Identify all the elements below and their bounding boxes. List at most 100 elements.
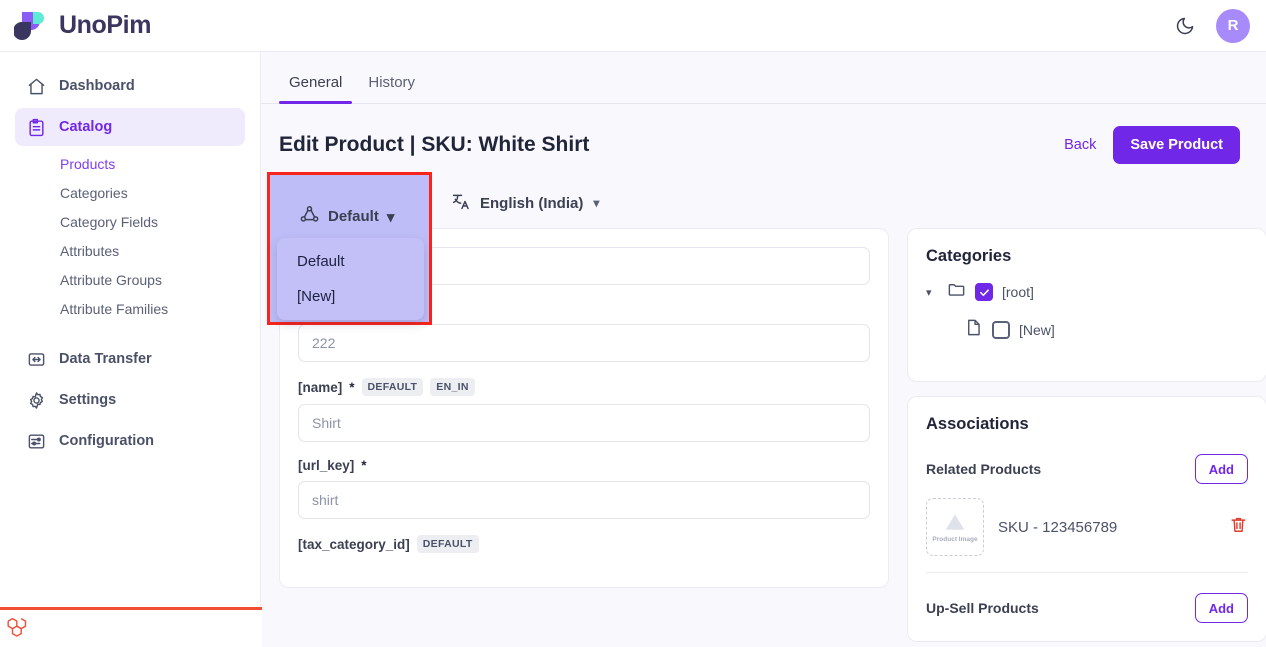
top-bar-actions: R [1172,9,1266,43]
chevron-down-icon: ▾ [593,196,599,210]
save-product-button[interactable]: Save Product [1113,126,1240,164]
categories-title: Categories [926,247,1248,266]
required-marker: * [349,380,354,395]
sidebar-subitem-categories[interactable]: Categories [15,178,245,207]
sidebar-item-data-transfer[interactable]: Data Transfer [15,340,245,378]
locale-selector[interactable]: English (India) ▾ [451,191,599,216]
tab-general[interactable]: General [279,74,352,103]
clipboard-icon [26,117,46,137]
category-checkbox-new[interactable] [992,321,1010,339]
sidebar-divider [0,323,260,337]
sidebar-subitem-attributes[interactable]: Attributes [15,236,245,265]
back-button[interactable]: Back [1064,137,1096,153]
moon-icon[interactable] [1172,13,1198,39]
tab-label: General [289,74,342,91]
page-header: Edit Product | SKU: White Shirt Back Sav… [261,104,1266,164]
transfer-icon [26,349,46,369]
sidebar-item-settings[interactable]: Settings [15,381,245,419]
channel-dropdown-menu: Default [New] [277,238,424,320]
chevron-down-icon[interactable]: ▾ [926,286,938,299]
sidebar-subitem-label: Attribute Families [60,301,168,317]
field-label: [tax_category_id] DEFAULT [298,535,870,553]
sidebar-item-catalog[interactable]: Catalog [15,108,245,146]
page-title: Edit Product | SKU: White Shirt [279,133,589,157]
chevron-down-icon: ▾ [387,208,395,226]
field-label: [url_key] * [298,458,870,473]
tab-bar: General History [261,52,1266,104]
field-label-text: [url_key] [298,458,354,473]
file-icon [964,318,983,342]
sliders-icon [26,431,46,451]
locale-selector-label: English (India) [480,195,583,212]
sidebar-subitem-label: Category Fields [60,214,158,230]
upsell-products-label: Up-Sell Products [926,600,1039,616]
sidebar-item-configuration[interactable]: Configuration [15,422,245,460]
sidebar-subitem-label: Attribute Groups [60,272,162,288]
sidebar-subitem-label: Attributes [60,243,119,259]
category-label: [root] [1002,284,1034,300]
unopim-logo-icon [14,8,50,44]
top-bar: UnoPim R [0,0,1266,52]
page-actions: Back Save Product [1064,126,1240,164]
right-column: Categories ▾ [root] [907,228,1266,647]
folder-icon [947,280,966,304]
sidebar: Dashboard Catalog Products Categories Ca… [0,52,261,647]
add-related-product-button[interactable]: Add [1195,454,1248,484]
sidebar-item-label: Settings [59,392,116,408]
channel-option-new[interactable]: [New] [277,279,424,314]
add-upsell-product-button[interactable]: Add [1195,593,1248,623]
related-products-row: Related Products Add [926,454,1248,484]
sidebar-subitem-attribute-groups[interactable]: Attribute Groups [15,265,245,294]
channel-option-default[interactable]: Default [277,244,424,279]
associations-card: Associations Related Products Add Produc… [907,396,1266,642]
sidebar-subitem-products[interactable]: Products [15,149,245,178]
tab-label: History [368,74,415,91]
upsell-products-row: Up-Sell Products Add [926,593,1248,623]
channel-icon [299,204,320,229]
sidebar-subitem-label: Categories [60,185,128,201]
gear-icon [26,390,46,410]
main-content: General History Edit Product | SKU: Whit… [261,52,1266,647]
field-label: [name] * DEFAULT EN_IN [298,378,870,396]
category-checkbox-root[interactable] [975,283,993,301]
related-product-sku: SKU - 123456789 [998,519,1117,536]
tax-category-field: [tax_category_id] DEFAULT [298,535,870,553]
channel-selector-label: Default [328,208,379,225]
related-products-label: Related Products [926,461,1041,477]
thumb-caption: Product Image [932,536,977,543]
product-number-input[interactable] [298,324,870,362]
field-label-text: [tax_category_id] [298,537,410,552]
name-field: [name] * DEFAULT EN_IN [298,378,870,442]
associations-title: Associations [926,415,1248,434]
sidebar-subitem-attribute-families[interactable]: Attribute Families [15,294,245,323]
product-image-placeholder: Product Image [926,498,984,556]
name-input[interactable] [298,404,870,442]
avatar[interactable]: R [1216,9,1250,43]
url-key-field: [url_key] * [298,458,870,519]
scope-chip-locale: EN_IN [430,378,474,396]
sidebar-item-label: Data Transfer [59,351,152,367]
category-tree-row-root[interactable]: ▾ [root] [926,280,1248,304]
brand-name: UnoPim [59,11,151,40]
tab-history[interactable]: History [358,74,425,103]
categories-card: Categories ▾ [root] [907,228,1266,382]
sidebar-item-label: Catalog [59,119,112,135]
sidebar-subitem-label: Products [60,156,115,172]
brand-logo[interactable]: UnoPim [0,8,151,44]
laravel-debugbar[interactable] [0,607,262,647]
sidebar-item-dashboard[interactable]: Dashboard [15,67,245,105]
category-label: [New] [1019,322,1055,338]
related-product-item: Product Image SKU - 123456789 [926,498,1248,573]
sidebar-item-label: Configuration [59,433,154,449]
category-tree-row-new[interactable]: [New] [926,318,1248,342]
home-icon [26,76,46,96]
laravel-icon [6,613,32,644]
scope-chip-default: DEFAULT [417,535,479,553]
scope-chip-default: DEFAULT [362,378,424,396]
channel-selector[interactable]: Default ▾ [299,204,394,229]
url-key-input[interactable] [298,481,870,519]
sidebar-subitem-category-fields[interactable]: Category Fields [15,207,245,236]
translate-icon [451,191,472,216]
field-label-text: [name] [298,380,342,395]
trash-icon[interactable] [1229,515,1248,539]
